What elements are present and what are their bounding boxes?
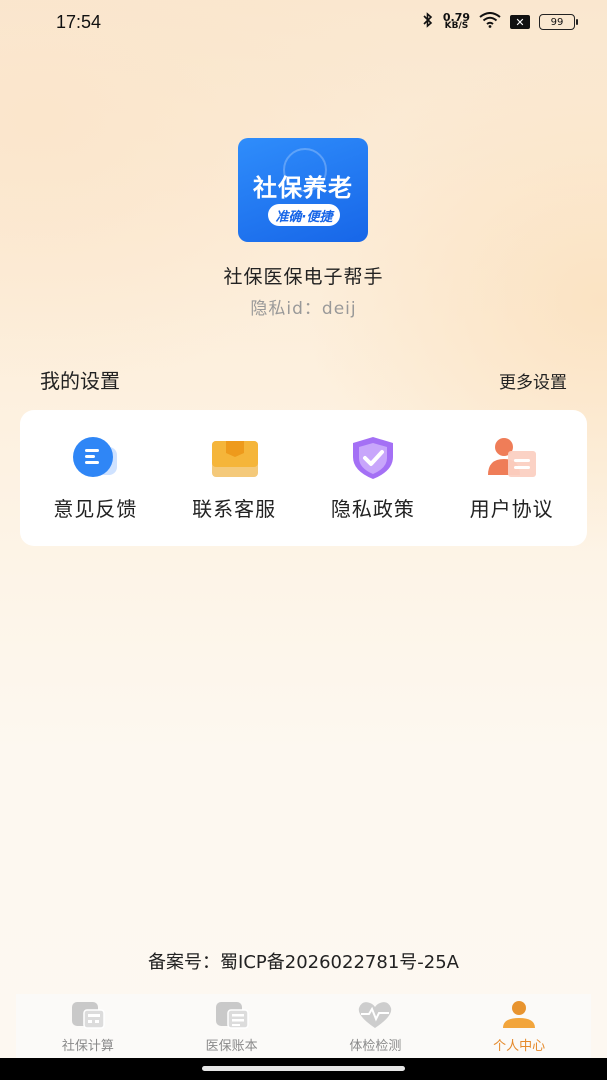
setting-customer-service[interactable]: 联系客服 bbox=[169, 435, 299, 522]
tab-health-check[interactable]: 体检检测 bbox=[310, 1000, 440, 1054]
user-agreement-icon bbox=[486, 435, 538, 481]
person-icon bbox=[499, 1000, 539, 1030]
privacy-shield-icon bbox=[347, 435, 399, 481]
tab-label: 体检检测 bbox=[349, 1039, 402, 1054]
more-settings-link[interactable]: 更多设置 bbox=[499, 368, 567, 393]
settings-card: 意见反馈 联系客服 隐私政策 用户协议 bbox=[20, 410, 587, 546]
setting-label: 用户协议 bbox=[469, 496, 554, 521]
logo-title: 社保养老 bbox=[253, 174, 353, 202]
calculator-icon bbox=[68, 1000, 108, 1030]
battery-level: 99 bbox=[550, 16, 564, 28]
status-icons: 0.79 KB/S ✕ 99 bbox=[422, 11, 578, 33]
ledger-icon bbox=[212, 1000, 252, 1030]
bottom-tab-bar: 社保计算 医保账本 体检检测 个人中心 bbox=[16, 994, 591, 1058]
status-time: 17:54 bbox=[56, 11, 102, 32]
setting-user-agreement[interactable]: 用户协议 bbox=[447, 435, 577, 522]
no-sim-icon: ✕ bbox=[510, 15, 530, 29]
bluetooth-icon bbox=[422, 11, 434, 33]
setting-privacy-policy[interactable]: 隐私政策 bbox=[308, 435, 438, 522]
setting-label: 意见反馈 bbox=[53, 496, 138, 521]
setting-label: 联系客服 bbox=[192, 496, 277, 521]
icp-filing-number: 备案号：蜀ICP备2026022781号-25A bbox=[148, 952, 459, 973]
home-indicator[interactable] bbox=[202, 1066, 405, 1071]
network-speed-unit: KB/S bbox=[444, 21, 469, 31]
privacy-id[interactable]: 隐私id：deij bbox=[0, 294, 607, 319]
tab-label: 社保计算 bbox=[61, 1039, 114, 1054]
tab-social-security-calc[interactable]: 社保计算 bbox=[23, 1000, 153, 1054]
feedback-icon bbox=[69, 435, 121, 481]
tab-label: 个人中心 bbox=[493, 1039, 546, 1054]
status-bar: 17:54 0.79 KB/S ✕ 99 bbox=[0, 0, 607, 44]
network-speed: 0.79 KB/S bbox=[443, 12, 470, 31]
app-logo: 社保养老 准确·便捷 bbox=[238, 138, 368, 242]
tab-medical-ledger[interactable]: 医保账本 bbox=[167, 1000, 297, 1054]
settings-title: 我的设置 bbox=[40, 369, 120, 393]
battery-icon: 99 bbox=[539, 14, 578, 30]
setting-label: 隐私政策 bbox=[330, 496, 415, 521]
wifi-icon bbox=[479, 11, 501, 33]
setting-feedback[interactable]: 意见反馈 bbox=[30, 435, 160, 522]
logo-badge: 准确·便捷 bbox=[268, 204, 340, 226]
customer-service-icon bbox=[208, 435, 260, 481]
tab-label: 医保账本 bbox=[205, 1039, 258, 1054]
app-name: 社保医保电子帮手 bbox=[223, 266, 384, 288]
tab-personal-center[interactable]: 个人中心 bbox=[454, 1000, 584, 1054]
heart-pulse-icon bbox=[355, 1000, 395, 1030]
